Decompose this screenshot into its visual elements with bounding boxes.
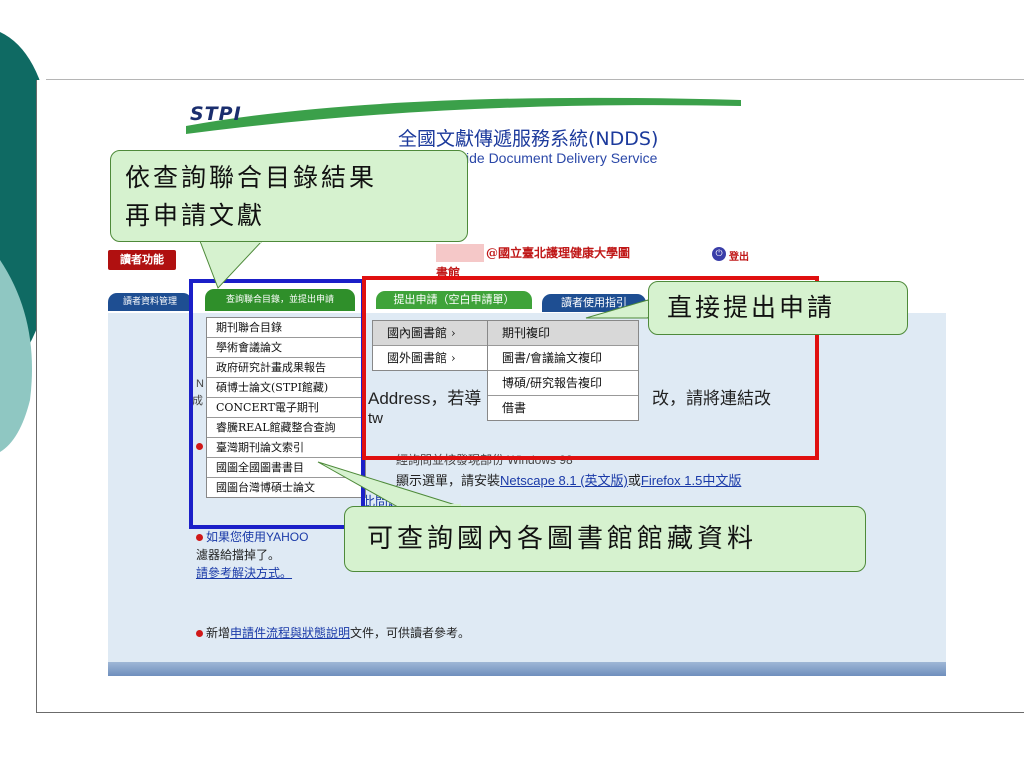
- callout-direct-apply: 直接提出申請: [648, 281, 908, 335]
- callout-domestic-holdings: 可查詢國內各圖書館館藏資料: [344, 506, 866, 572]
- callout-union-line2: 再申請文獻: [125, 201, 266, 230]
- callout-union-line1: 依查詢聯合目錄結果: [125, 163, 378, 192]
- callout-pointers: [199, 238, 651, 509]
- callout-union-catalog: 依查詢聯合目錄結果 再申請文獻: [110, 150, 468, 242]
